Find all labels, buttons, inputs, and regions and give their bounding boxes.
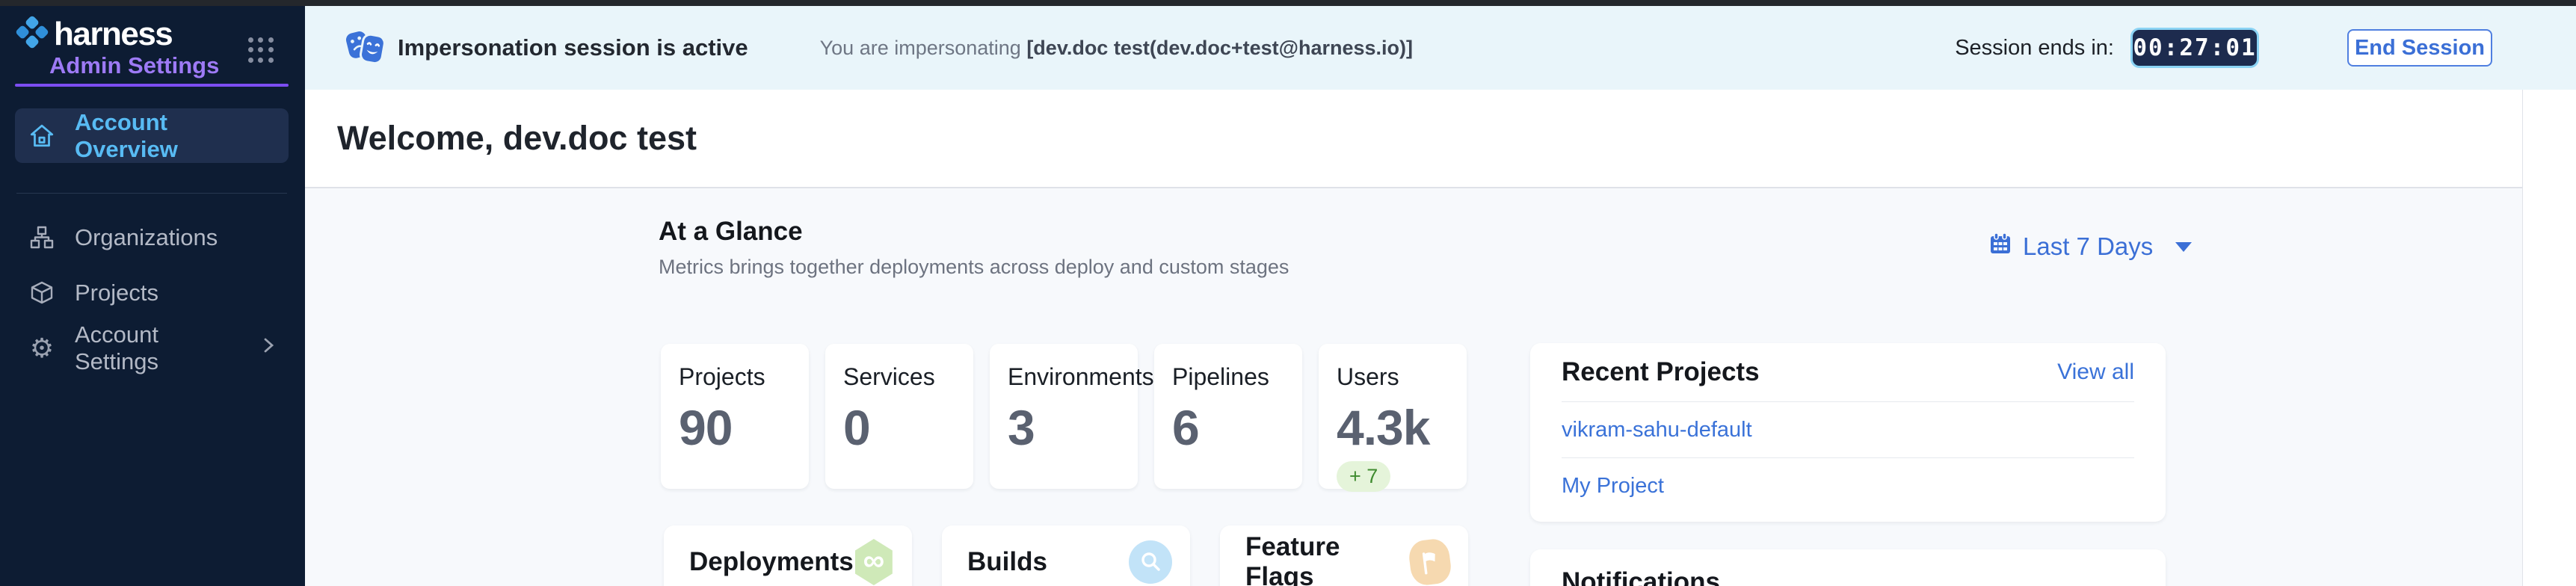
metric-label: Users [1337, 363, 1449, 391]
metric-label: Services [843, 363, 955, 391]
metric-value: 4.3k [1337, 403, 1449, 452]
sidebar-subtitle: Admin Settings [49, 52, 219, 79]
metric-value: 6 [1172, 403, 1284, 452]
view-all-link[interactable]: View all [2057, 360, 2134, 385]
project-link[interactable]: My Project [1562, 474, 1664, 499]
module-cards-row: Deployments ∞ Builds Feature Flags [664, 525, 1468, 586]
module-card-deployments[interactable]: Deployments ∞ [664, 525, 912, 586]
metric-value: 90 [679, 403, 791, 452]
sidebar-nav: Account Overview Organizations [15, 108, 289, 376]
recent-project-row[interactable]: My Project [1530, 458, 2166, 513]
module-title: Builds [967, 547, 1047, 577]
pipeline-infinity-icon: ∞ [854, 539, 894, 585]
session-controls: Session ends in: 00:27:01 End Session [1955, 28, 2492, 68]
metric-card-environments[interactable]: Environments 3 [990, 344, 1138, 489]
recent-projects-header: Recent Projects View all [1530, 343, 2166, 401]
sidebar-accent-rule [15, 84, 289, 87]
metric-label: Pipelines [1172, 363, 1284, 391]
date-range-filter[interactable]: Last 7 Days [1988, 232, 2192, 262]
caret-down-icon [2175, 242, 2192, 252]
metric-card-projects[interactable]: Projects 90 [661, 344, 809, 489]
notifications-title: Notifications [1562, 567, 2134, 586]
window-top-strip [0, 0, 2576, 6]
app-switcher-grid-icon[interactable] [248, 37, 274, 63]
impersonated-user: [dev.doc test(dev.doc+test@harness.io)] [1026, 37, 1413, 59]
sidebar-item-label: Projects [75, 280, 158, 306]
notifications-panel: Notifications [1530, 549, 2166, 586]
harness-logo[interactable]: harness [15, 15, 172, 53]
sidebar-item-projects[interactable]: Projects [15, 265, 289, 321]
end-session-button[interactable]: End Session [2347, 29, 2492, 67]
banner-subtitle: You are impersonating [dev.doc test(dev.… [820, 37, 1413, 60]
sidebar-item-label: Account Settings [75, 321, 242, 375]
sidebar-item-label: Account Overview [75, 109, 277, 163]
metric-cards-row: Projects 90 Services 0 Environments 3 Pi… [661, 344, 1467, 489]
project-link[interactable]: vikram-sahu-default [1562, 418, 1752, 442]
logo-wordmark: harness [54, 16, 172, 53]
metric-card-services[interactable]: Services 0 [825, 344, 973, 489]
session-ends-label: Session ends in: [1955, 36, 2114, 61]
metric-value: 3 [1008, 403, 1120, 452]
sidebar-item-account-settings[interactable]: ⚙ Account Settings [15, 321, 289, 376]
sidebar-divider [16, 193, 287, 194]
session-countdown-timer: 00:27:01 [2130, 28, 2259, 68]
recent-project-row[interactable]: vikram-sahu-default [1530, 402, 2166, 457]
sidebar-item-account-overview[interactable]: Account Overview [15, 108, 289, 163]
metric-card-users[interactable]: Users 4.3k + 7 [1319, 344, 1467, 489]
at-a-glance-title: At a Glance [659, 217, 1289, 247]
banner-subtitle-prefix: You are impersonating [820, 37, 1027, 59]
sidebar-item-organizations[interactable]: Organizations [15, 210, 289, 265]
home-icon [27, 123, 57, 149]
chevron-right-icon [260, 334, 277, 363]
flag-icon [1407, 537, 1452, 586]
page-title: Welcome, dev.doc test [337, 119, 697, 158]
sidebar-item-label: Organizations [75, 224, 218, 251]
metric-card-pipelines[interactable]: Pipelines 6 [1154, 344, 1302, 489]
recent-projects-title: Recent Projects [1562, 357, 1760, 387]
at-a-glance-header: At a Glance Metrics brings together depl… [659, 217, 1289, 279]
build-search-icon [1129, 540, 1172, 584]
main-content: At a Glance Metrics brings together depl… [305, 188, 2576, 586]
banner-title: Impersonation session is active [398, 34, 748, 61]
sitemap-icon [27, 225, 57, 250]
users-delta-badge: + 7 [1337, 461, 1390, 492]
harness-logo-icon [15, 15, 49, 53]
impersonation-banner: Impersonation session is active You are … [305, 6, 2576, 90]
module-card-feature-flags[interactable]: Feature Flags [1220, 525, 1468, 586]
cube-icon [27, 280, 57, 306]
calendar-icon [1988, 232, 2012, 262]
theater-masks-icon [344, 26, 387, 70]
module-title: Feature Flags [1245, 532, 1410, 586]
module-title: Deployments [689, 547, 854, 577]
metric-label: Projects [679, 363, 791, 391]
welcome-band: Welcome, dev.doc test [305, 90, 2576, 188]
module-card-builds[interactable]: Builds [942, 525, 1190, 586]
scroll-gutter[interactable] [2522, 90, 2576, 586]
metric-value: 0 [843, 403, 955, 452]
date-range-value: Last 7 Days [2023, 232, 2153, 261]
sidebar: harness Admin Settings Account Overview [0, 0, 305, 586]
recent-projects-panel: Recent Projects View all vikram-sahu-def… [1530, 343, 2166, 522]
gear-icon: ⚙ [27, 335, 57, 362]
at-a-glance-subtitle: Metrics brings together deployments acro… [659, 256, 1289, 279]
metric-label: Environments [1008, 363, 1120, 391]
